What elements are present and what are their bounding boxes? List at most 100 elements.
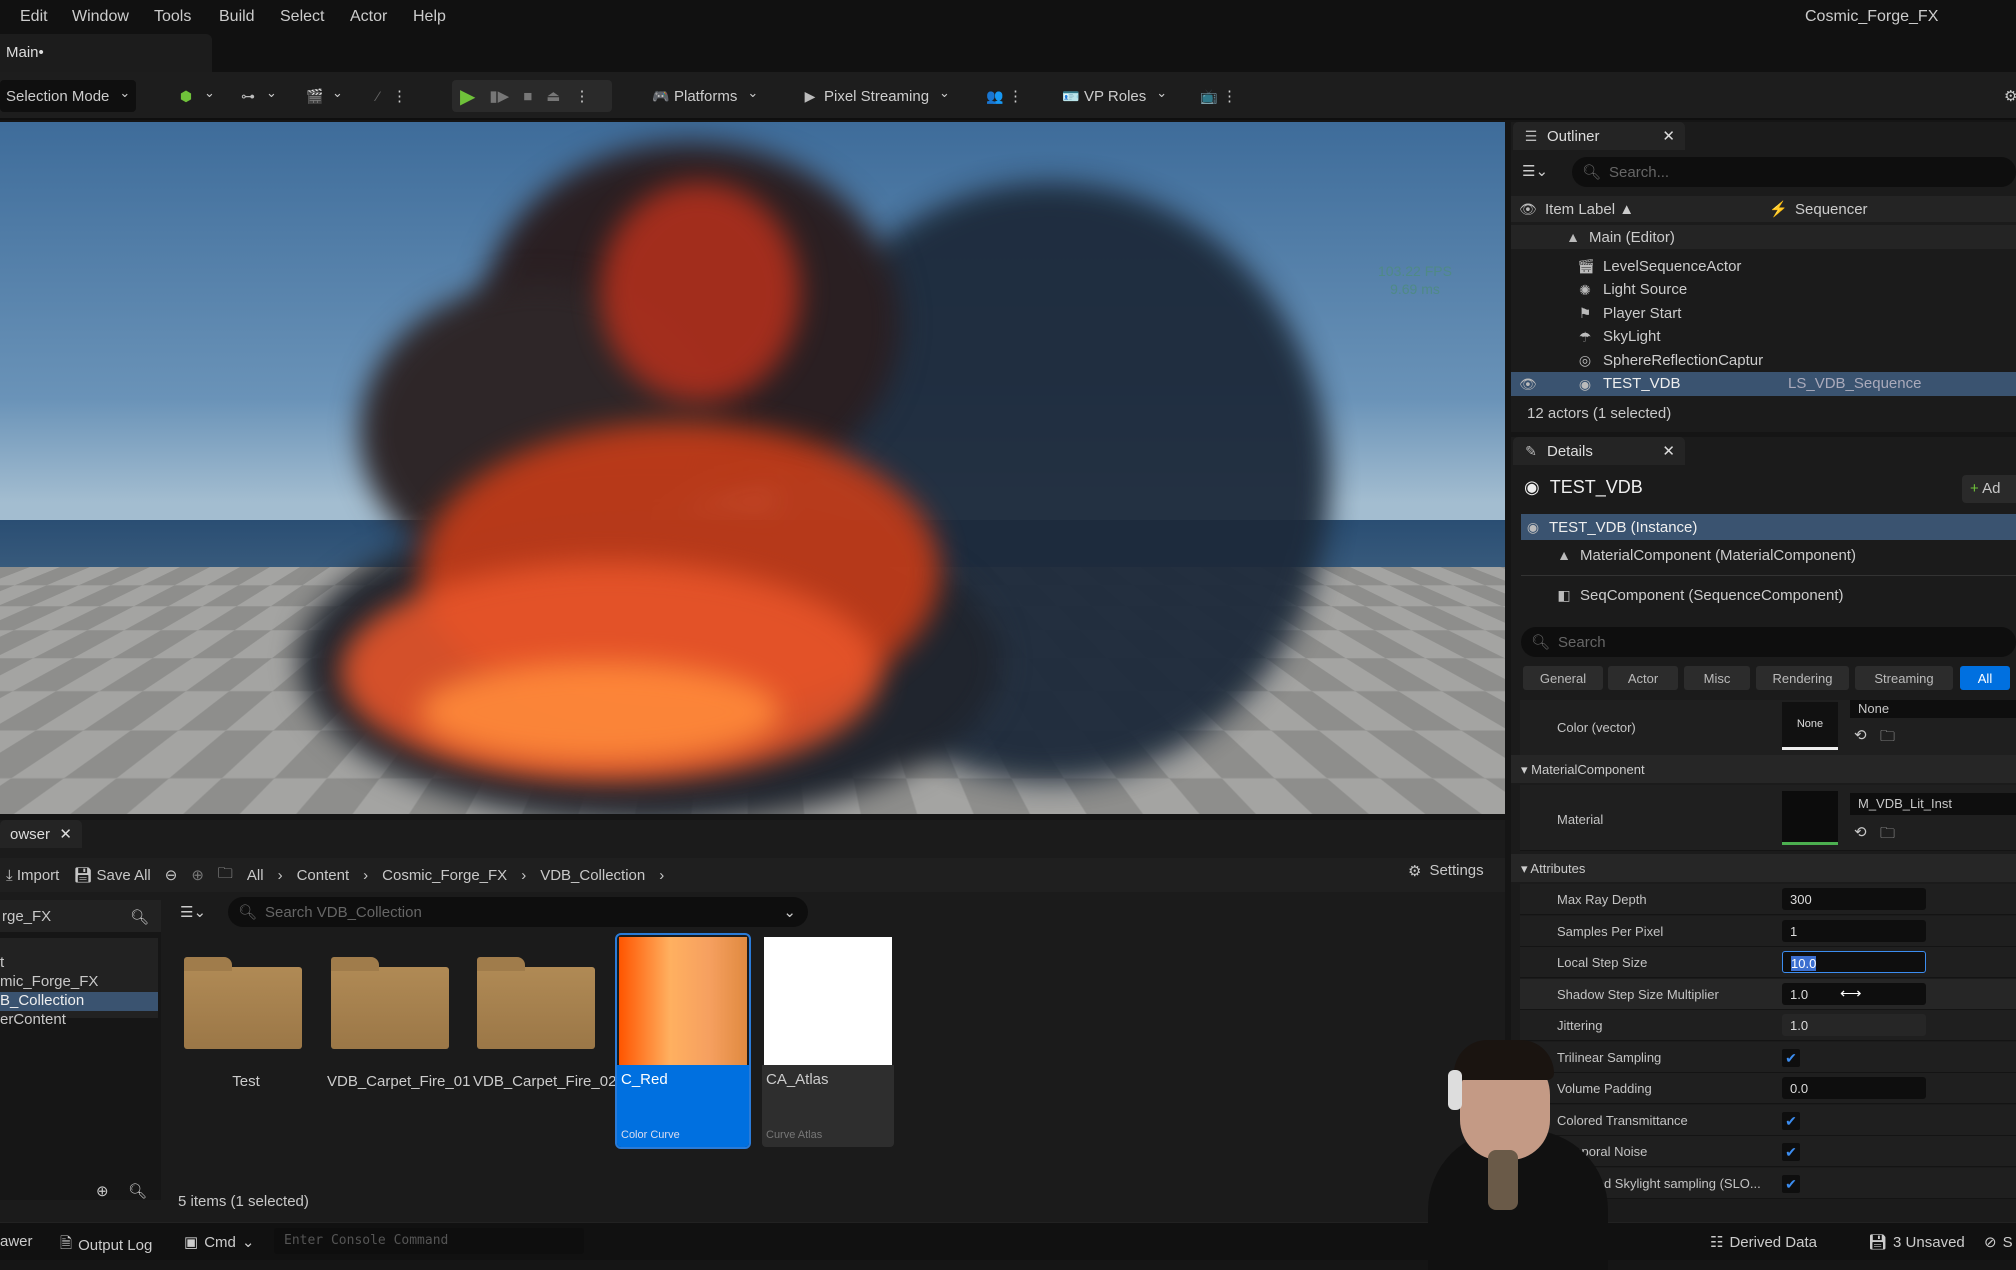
component-row[interactable]: ◧ SeqComponent (SequenceComponent) [1511, 583, 2016, 607]
outliner-root-row[interactable]: ▲ Main (Editor) [1511, 225, 2016, 249]
close-icon[interactable]: ✕ [1662, 442, 1675, 460]
menu-tools[interactable]: Tools [154, 8, 191, 26]
platforms-dropdown[interactable]: 🎮 Platforms [652, 80, 758, 112]
browse-folder-icon[interactable]: 🗀 [1880, 823, 1895, 848]
filter-tab-general[interactable]: General [1523, 666, 1603, 690]
color-asset-picker[interactable]: None [1850, 700, 2016, 718]
vp-roles-dropdown[interactable]: 🪪 VP Roles [1062, 80, 1167, 112]
menu-build[interactable]: Build [219, 8, 255, 26]
filter-tab-all[interactable]: All [1960, 666, 2010, 690]
menu-help[interactable]: Help [413, 8, 446, 26]
multi-user-button[interactable]: 👥 ⋮ [986, 80, 1023, 112]
column-item-label[interactable]: Item Label ▲ [1545, 201, 1634, 218]
chevron-right-icon[interactable]: › [659, 867, 664, 884]
breadcrumb-item[interactable]: VDB_Collection [540, 867, 645, 884]
pixel-streaming-dropdown[interactable]: ▶ Pixel Streaming [802, 80, 950, 112]
forward-icon[interactable]: ⊕ [191, 866, 204, 884]
play-icon[interactable]: ▶ [460, 84, 475, 109]
attribute-checkbox[interactable]: ✔ [1782, 1143, 1800, 1161]
outliner-row[interactable]: ☂ SkyLight [1511, 325, 2016, 349]
content-browser-tab[interactable]: owser ✕ [0, 820, 82, 848]
virtual-production-button[interactable]: 📺 ⋮ [1200, 80, 1237, 112]
chevron-right-icon[interactable]: › [521, 867, 526, 884]
console-input[interactable]: Enter Console Command [274, 1228, 584, 1254]
breadcrumb-item[interactable]: Cosmic_Forge_FX [382, 867, 507, 884]
search-icon[interactable]: 🔍︎ [128, 1182, 147, 1200]
filter-tab-rendering[interactable]: Rendering [1756, 666, 1849, 690]
folder-tree-item[interactable]: t [0, 954, 158, 973]
eye-icon[interactable]: 👁︎ [1519, 201, 1537, 217]
level-viewport[interactable]: 103.22 FPS 9.69 ms [0, 122, 1505, 814]
eye-icon[interactable]: 👁︎ [1519, 376, 1537, 392]
details-tab[interactable]: ✎ Details ✕ [1513, 437, 1685, 465]
filter-tab-streaming[interactable]: Streaming [1855, 666, 1953, 690]
outliner-search-input[interactable]: 🔍︎ Search... [1572, 157, 2016, 187]
menu-select[interactable]: Select [280, 8, 324, 26]
outliner-row[interactable]: ✺ Light Source [1511, 278, 2016, 302]
add-component-button[interactable]: + Ad [1962, 475, 2016, 503]
folder-tree-item[interactable]: B_Collection [0, 992, 158, 1011]
attribute-value-field[interactable]: 1.0 [1782, 1014, 1926, 1036]
asset-tile[interactable]: VDB_Carpet_Fire_01 [327, 935, 470, 1147]
selection-mode-dropdown[interactable]: Selection Mode [0, 80, 136, 112]
attribute-checkbox[interactable]: ✔ [1782, 1048, 1800, 1067]
outliner-row[interactable]: ◎ SphereReflectionCaptur [1511, 348, 2016, 372]
filter-tab-actor[interactable]: Actor [1608, 666, 1678, 690]
chevron-right-icon[interactable]: › [278, 867, 283, 884]
asset-tile[interactable]: Test [180, 935, 312, 1147]
component-instance-row[interactable]: ◉ TEST_VDB (Instance) [1521, 514, 2016, 540]
outliner-row[interactable]: ⚑ Player Start [1511, 301, 2016, 325]
import-button[interactable]: ⤓ Import [6, 867, 59, 884]
folder-tree-item[interactable]: mic_Forge_FX [0, 973, 158, 992]
settings-button[interactable]: ⚙ Settings [1408, 862, 1484, 880]
save-all-button[interactable]: 💾︎ Save All [73, 866, 150, 884]
menu-window[interactable]: Window [72, 8, 129, 26]
outliner-row[interactable]: 👁︎ ◉ TEST_VDB LS_VDB_Sequence [1511, 371, 2016, 396]
details-search-input[interactable]: 🔍︎ Search [1521, 627, 2016, 657]
source-control-button[interactable]: ⊘ S [1984, 1233, 2013, 1252]
close-icon[interactable]: ✕ [59, 825, 72, 843]
chevron-down-icon[interactable]: ⌄ [783, 903, 796, 921]
material-component-section[interactable]: ▾ MaterialComponent [1511, 755, 2016, 783]
back-icon[interactable]: ⊖ [165, 866, 178, 884]
column-sequencer[interactable]: Sequencer [1795, 201, 1868, 218]
outliner-tab[interactable]: ☰ Outliner ✕ [1513, 122, 1685, 150]
attribute-checkbox[interactable]: ✔ [1782, 1111, 1800, 1130]
add-icon[interactable]: ⊕ [96, 1182, 109, 1200]
menu-edit[interactable]: Edit [20, 8, 48, 26]
browse-folder-icon[interactable]: 🗀 [1880, 726, 1895, 751]
attribute-checkbox[interactable]: ✔ [1782, 1174, 1800, 1193]
level-tab[interactable]: Main• [0, 34, 212, 72]
filter-icon[interactable]: ☰⌄ [1522, 162, 1548, 180]
breadcrumb-item[interactable]: All [247, 867, 264, 884]
content-drawer-button[interactable]: awer [0, 1233, 33, 1250]
content-search-input[interactable]: 🔍︎ Search VDB_Collection ⌄ [228, 897, 808, 927]
attribute-value-field[interactable]: 10.0 [1782, 951, 1926, 973]
filter-tab-misc[interactable]: Misc [1684, 666, 1750, 690]
more-icon[interactable]: ⋮ [574, 87, 589, 105]
search-icon[interactable]: 🔍︎ [130, 908, 149, 926]
stop-icon[interactable]: ■ [523, 88, 532, 105]
asset-tile[interactable]: VDB_Carpet_Fire_02 [473, 935, 616, 1147]
chevron-right-icon[interactable]: › [363, 867, 368, 884]
attribute-value-field[interactable]: 1 [1782, 919, 1926, 942]
unsaved-button[interactable]: 💾︎ 3 Unsaved [1868, 1233, 1965, 1252]
cmd-dropdown[interactable]: ▣ Cmd ⌄ [184, 1233, 254, 1252]
outliner-row[interactable]: 🎬︎ LevelSequenceActor [1511, 254, 2016, 278]
settings-icon[interactable]: ⚙ [2004, 80, 2016, 112]
output-log-button[interactable]: 🗎 Output Log [60, 1233, 152, 1258]
asset-tile[interactable]: CA_Atlas Curve Atlas [762, 935, 894, 1147]
modes-button[interactable]: ⁄ ⋮ [370, 80, 407, 112]
material-thumbnail[interactable] [1782, 791, 1838, 845]
component-row[interactable]: ▲ MaterialComponent (MaterialComponent) [1511, 543, 2016, 567]
attribute-value-field[interactable]: 300 [1782, 888, 1926, 910]
eject-icon[interactable]: ⏏ [546, 87, 560, 105]
attributes-section[interactable]: ▾ Attributes [1511, 854, 2016, 882]
filter-icon[interactable]: ☰⌄ [180, 903, 206, 921]
close-icon[interactable]: ✕ [1662, 127, 1675, 145]
asset-tile[interactable]: C_Red Color Curve [615, 933, 751, 1149]
menu-actor[interactable]: Actor [350, 8, 387, 26]
derived-data-button[interactable]: ☷ Derived Data [1710, 1233, 1817, 1252]
material-asset-picker[interactable]: M_VDB_Lit_Inst [1850, 793, 2016, 815]
breadcrumb-item[interactable]: Content [297, 867, 350, 884]
